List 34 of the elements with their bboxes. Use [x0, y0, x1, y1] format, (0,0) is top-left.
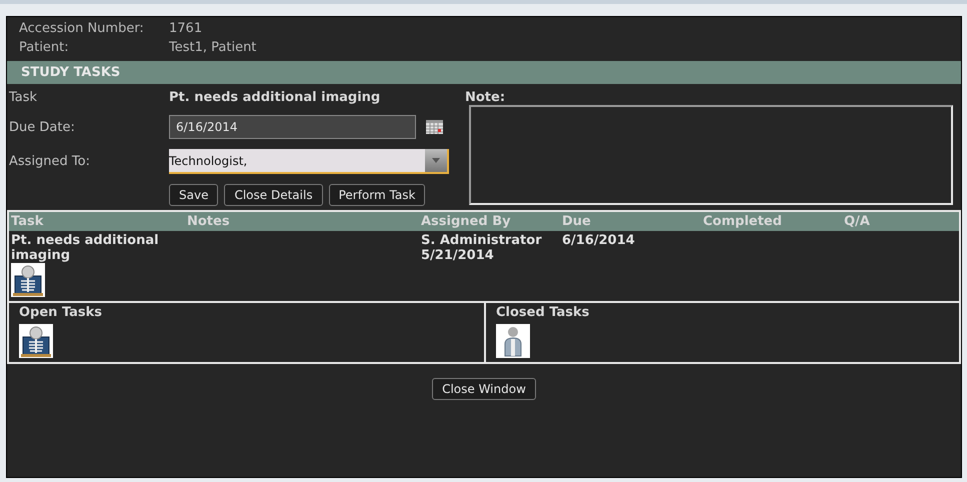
form-button[interactable]: Perform Task	[328, 184, 426, 206]
section-header: STUDY TASKS	[7, 61, 961, 84]
calendar-icon[interactable]	[426, 120, 443, 134]
list-title: Open Tasks	[19, 305, 104, 320]
column-header: Assigned By	[421, 214, 512, 229]
column-header: Q/A	[844, 214, 871, 229]
caret-icon	[432, 158, 440, 163]
due-date-label: Due Date:	[9, 120, 76, 134]
table-cell: 5/21/2014	[421, 248, 494, 263]
assigned-to-label: Assigned To:	[9, 154, 91, 169]
table-cell: 6/16/2014	[562, 233, 635, 248]
field-label: Accession Number:	[19, 21, 145, 36]
xray-icon	[11, 263, 45, 297]
field-value: Test1, Patient	[169, 40, 258, 55]
table-cell: S. Administrator	[421, 233, 542, 248]
column-header: Task	[11, 214, 44, 229]
field-value: 1761	[169, 21, 204, 36]
person-icon	[496, 324, 530, 358]
note-field[interactable]	[469, 105, 953, 205]
column-header: Due	[562, 214, 592, 229]
column-header: Completed	[703, 214, 783, 229]
xray-icon	[19, 324, 53, 358]
task-label: Task	[9, 90, 38, 105]
form-button[interactable]: Close Details	[224, 184, 323, 206]
field-label: Patient:	[19, 40, 70, 55]
close-window-button[interactable]: Close Window	[432, 378, 536, 400]
form-button[interactable]: Save	[169, 184, 218, 206]
column-header: Notes	[187, 214, 231, 229]
note-label: Note:	[465, 90, 506, 105]
task-name: Pt. needs additional imaging	[169, 90, 382, 105]
due-date-field[interactable]: 6/16/2014	[169, 115, 416, 139]
table-cell-text: Pt. needs additional imaging	[11, 233, 160, 263]
list-title: Closed Tasks	[496, 305, 590, 320]
assigned-to-dropdown[interactable]: Technologist,	[169, 149, 449, 174]
